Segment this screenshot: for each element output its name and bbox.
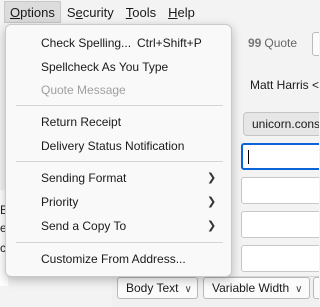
menu-item-label: Customize From Address...: [41, 252, 186, 266]
menu-item-shortcut: Ctrl+Shift+P: [137, 36, 202, 50]
quote-button[interactable]: 99 Quote: [248, 36, 297, 50]
menu-item-label: Return Receipt: [41, 115, 122, 129]
menu-item-sending-format[interactable]: Sending Format ❯: [6, 166, 231, 190]
address-input-focused[interactable]: [241, 143, 319, 170]
menu-item-return-receipt[interactable]: Return Receipt: [6, 110, 231, 134]
options-menu: Check Spelling... Ctrl+Shift+P Spellchec…: [5, 24, 232, 277]
menu-item-label: Send a Copy To: [41, 219, 127, 233]
menu-help[interactable]: Help: [162, 1, 201, 23]
address-input[interactable]: [241, 177, 319, 204]
menu-item-send-a-copy-to[interactable]: Send a Copy To ❯: [6, 214, 231, 238]
menu-tools[interactable]: Tools: [120, 1, 162, 23]
menu-item-label: Check Spelling...: [41, 36, 132, 50]
menu-separator: [16, 242, 223, 243]
menu-item-label: Sending Format: [41, 171, 127, 185]
toolbar-overflow-button[interactable]: [312, 32, 319, 56]
quote-button-label: Quote: [264, 36, 298, 50]
chevron-down-icon: ∨: [184, 284, 192, 295]
format-overflow-button[interactable]: [313, 277, 319, 299]
menu-separator: [16, 161, 223, 162]
menu-separator: [16, 105, 223, 106]
menu-item-label: Quote Message: [41, 83, 126, 97]
quote-icon: 99: [248, 36, 262, 50]
menubar: Options Security Tools Help: [0, 0, 319, 24]
menu-item-spellcheck-as-you-type[interactable]: Spellcheck As You Type: [6, 55, 231, 79]
text-caret: [248, 150, 249, 164]
recipient-pill[interactable]: unicorn.cons: [243, 112, 319, 136]
menu-security[interactable]: Security: [61, 1, 120, 23]
address-input[interactable]: [241, 245, 319, 272]
from-field[interactable]: Matt Harris <: [250, 78, 319, 92]
address-input[interactable]: [241, 211, 319, 238]
paragraph-format-select[interactable]: Body Text ∨: [117, 277, 198, 299]
chevron-right-icon: ❯: [207, 172, 217, 184]
paragraph-format-value: Body Text: [126, 281, 179, 295]
menu-item-label: Spellcheck As You Type: [41, 60, 169, 74]
menu-item-customize-from-address[interactable]: Customize From Address...: [6, 247, 231, 271]
chevron-right-icon: ❯: [207, 220, 217, 232]
menu-options[interactable]: Options: [4, 1, 61, 23]
menu-item-label: Priority: [41, 195, 79, 209]
chevron-down-icon: ∨: [295, 284, 303, 295]
menu-item-delivery-status-notification[interactable]: Delivery Status Notification: [6, 134, 231, 158]
font-select[interactable]: Variable Width ∨: [203, 277, 310, 299]
chevron-right-icon: ❯: [207, 196, 217, 208]
font-select-value: Variable Width: [212, 281, 290, 295]
compose-window: 99 Quote Matt Harris < unicorn.cons B e c…: [0, 0, 319, 307]
menu-item-label: Delivery Status Notification: [41, 139, 185, 153]
menu-item-priority[interactable]: Priority ❯: [6, 190, 231, 214]
menu-item-check-spelling[interactable]: Check Spelling... Ctrl+Shift+P: [6, 31, 231, 55]
menu-item-quote-message: Quote Message: [6, 78, 231, 102]
